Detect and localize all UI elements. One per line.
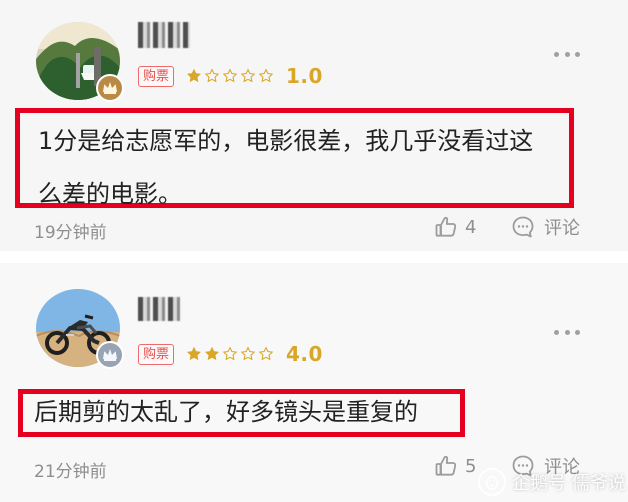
- comment-card: 购票 1.0 1分是给志愿军的，电影很差，我几乎没看过这 么差的电影。 19分钟…: [0, 0, 628, 251]
- watermark-text: 企鹅号 儒爷说: [512, 473, 626, 494]
- rating-row: 购票 1.0: [138, 64, 323, 88]
- likes-count: 4: [465, 216, 477, 238]
- star-icon: [258, 346, 274, 361]
- star-icon: [205, 346, 220, 361]
- avatar-wrap[interactable]: [36, 22, 124, 102]
- star-icon: [258, 68, 274, 83]
- ticket-badge: 购票: [138, 65, 175, 87]
- comment-bubble-icon: [512, 216, 534, 238]
- blurred-username: [138, 297, 180, 321]
- avatar-wrap[interactable]: [36, 289, 124, 369]
- star-icon: [240, 346, 256, 361]
- timestamp: 21分钟前: [34, 462, 107, 482]
- comment-card: 购票 4.0 后期剪的太乱了，好多镜头是重复的 21分钟前 5 评论: [0, 263, 628, 502]
- star-icon: [187, 346, 202, 361]
- crown-icon: [103, 349, 117, 361]
- like-button[interactable]: 4: [433, 214, 476, 240]
- username[interactable]: [138, 296, 180, 322]
- star-icon: [240, 68, 256, 83]
- username[interactable]: [138, 22, 190, 48]
- crown-badge: [96, 341, 124, 369]
- comment-text-highlight: 后期剪的太乱了，好多镜头是重复的: [18, 389, 465, 437]
- star-icon: [204, 68, 220, 83]
- thumbs-up-icon: [435, 455, 457, 476]
- star-icon: [222, 346, 238, 361]
- ticket-badge: 购票: [138, 343, 175, 365]
- penguin-logo-icon: [485, 476, 499, 490]
- rating-value: 4.0: [286, 342, 323, 366]
- comment-text-line-1: 后期剪的太乱了，好多镜头是重复的: [34, 398, 418, 426]
- thumbs-up-icon: [435, 216, 457, 237]
- comment-text-highlight: 1分是给志愿军的，电影很差，我几乎没看过这 么差的电影。: [15, 108, 574, 208]
- more-icon[interactable]: [554, 50, 580, 58]
- watermark-logo: [478, 468, 506, 496]
- rating-row: 购票 4.0: [138, 342, 323, 366]
- comment-label: 评论: [544, 218, 580, 239]
- crown-badge: [96, 74, 124, 102]
- more-icon[interactable]: [554, 328, 580, 336]
- comment-footer: 19分钟前 4 评论: [0, 214, 628, 244]
- rating-stars: [186, 346, 274, 362]
- star-icon: [222, 68, 238, 83]
- likes-count: 5: [465, 455, 477, 477]
- comment-separator: [0, 251, 628, 263]
- rating-value: 1.0: [286, 64, 323, 88]
- watermark: 企鹅号 儒爷说: [478, 468, 626, 496]
- comment-text-line-1: 1分是给志愿军的，电影很差，我几乎没看过这: [38, 127, 534, 155]
- timestamp: 19分钟前: [34, 223, 107, 243]
- crown-icon: [103, 82, 117, 94]
- blurred-username: [138, 22, 190, 48]
- star-icon: [187, 68, 202, 83]
- comment-button[interactable]: 评论: [510, 214, 580, 240]
- rating-stars: [186, 68, 274, 84]
- like-button[interactable]: 5: [433, 453, 476, 479]
